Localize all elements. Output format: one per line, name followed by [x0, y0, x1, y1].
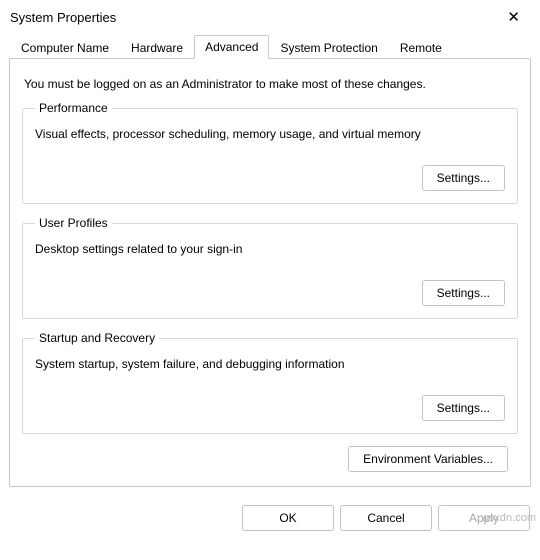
- group-user-profiles-legend: User Profiles: [35, 216, 112, 230]
- dialog-footer: OK Cancel Apply: [0, 505, 540, 531]
- group-performance-legend: Performance: [35, 101, 112, 115]
- tab-computer-name[interactable]: Computer Name: [10, 36, 120, 59]
- group-user-profiles-buttons: Settings...: [35, 280, 505, 306]
- title-bar: System Properties ✕: [0, 0, 540, 34]
- ok-button[interactable]: OK: [242, 505, 334, 531]
- window-title: System Properties: [10, 10, 116, 25]
- environment-variables-button[interactable]: Environment Variables...: [348, 446, 508, 472]
- tab-advanced[interactable]: Advanced: [194, 35, 269, 59]
- intro-text: You must be logged on as an Administrato…: [24, 77, 516, 91]
- group-startup-desc: System startup, system failure, and debu…: [35, 357, 505, 371]
- group-user-profiles: User Profiles Desktop settings related t…: [22, 216, 518, 319]
- startup-settings-button[interactable]: Settings...: [422, 395, 505, 421]
- group-startup-legend: Startup and Recovery: [35, 331, 159, 345]
- tab-strip: Computer Name Hardware Advanced System P…: [0, 34, 540, 58]
- group-performance-buttons: Settings...: [35, 165, 505, 191]
- group-startup-buttons: Settings...: [35, 395, 505, 421]
- env-row: Environment Variables...: [22, 446, 508, 472]
- cancel-button[interactable]: Cancel: [340, 505, 432, 531]
- tab-hardware[interactable]: Hardware: [120, 36, 194, 59]
- close-icon[interactable]: ✕: [499, 4, 528, 30]
- tab-system-protection[interactable]: System Protection: [269, 36, 388, 59]
- tab-body-advanced: You must be logged on as an Administrato…: [9, 58, 531, 487]
- tab-remote[interactable]: Remote: [389, 36, 453, 59]
- apply-button[interactable]: Apply: [438, 505, 530, 531]
- performance-settings-button[interactable]: Settings...: [422, 165, 505, 191]
- group-user-profiles-desc: Desktop settings related to your sign-in: [35, 242, 505, 256]
- user-profiles-settings-button[interactable]: Settings...: [422, 280, 505, 306]
- group-performance: Performance Visual effects, processor sc…: [22, 101, 518, 204]
- group-performance-desc: Visual effects, processor scheduling, me…: [35, 127, 505, 141]
- group-startup: Startup and Recovery System startup, sys…: [22, 331, 518, 434]
